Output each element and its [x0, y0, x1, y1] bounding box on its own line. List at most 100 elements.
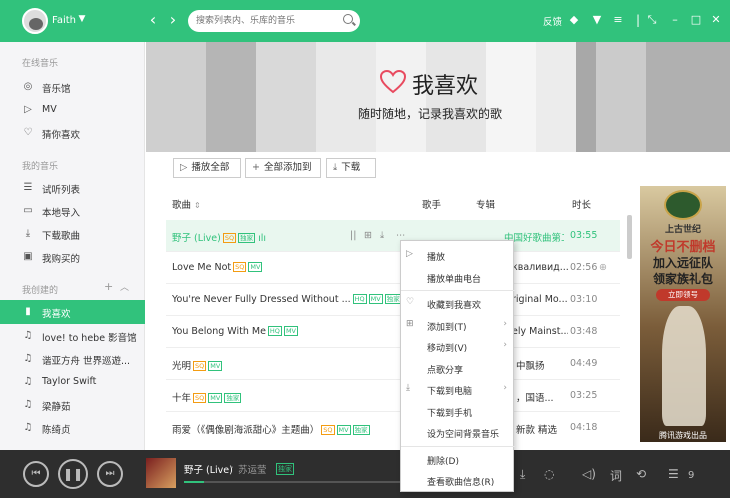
- sidebar-item-mv[interactable]: ▷ MV: [0, 98, 145, 122]
- song-title[interactable]: 光明 SQ MV: [172, 358, 223, 372]
- song-title[interactable]: You Belong With Me HQ MV: [172, 326, 298, 337]
- vip-icon[interactable]: ▼: [74, 14, 90, 24]
- maximize-icon[interactable]: □: [688, 13, 704, 26]
- play-all-button[interactable]: ▷ 播放全部: [173, 158, 241, 178]
- search-box[interactable]: [188, 10, 360, 32]
- download-button[interactable]: ⤓ 下载: [326, 158, 376, 178]
- menu-item[interactable]: ⤓ 下载到电脑 ›: [401, 379, 515, 399]
- now-playing-singer[interactable]: 苏运莹: [238, 462, 267, 476]
- mv-tag[interactable]: MV: [336, 425, 351, 435]
- sidebar: 在线音乐 ◎ 音乐馆 ▷ MV ♡ 猜你喜欢 我的音乐 ☰ 试听列表 ▭ 本地导入 ⤓ 下载…: [0, 42, 145, 450]
- sidebar-item-playlist[interactable]: ♫ 陈绮贞: [0, 416, 145, 440]
- pause-button[interactable]: ❚❚: [58, 459, 88, 489]
- repeat-icon[interactable]: ⟲: [636, 467, 646, 481]
- menu-icon[interactable]: ≡: [610, 13, 626, 26]
- mv-tag[interactable]: MV: [208, 361, 223, 371]
- diamond-icon[interactable]: ◆: [566, 13, 582, 26]
- menu-item[interactable]: 查看歌曲信息(R): [401, 470, 515, 490]
- table-row[interactable]: 雨爱（《偶像剧海派甜心》主题曲） SQ MV 独家 新款 精选 04:18: [166, 411, 620, 442]
- forward-arrow-icon[interactable]: ›: [166, 10, 180, 29]
- album-name[interactable]: ，国语...: [516, 390, 566, 404]
- next-button[interactable]: ⏭: [97, 461, 123, 487]
- pause-icon[interactable]: ||: [350, 230, 356, 241]
- sort-icon[interactable]: ⇕: [194, 201, 201, 210]
- song-title[interactable]: 雨爱（《偶像剧海派甜心》主题曲） SQ MV 独家: [172, 422, 370, 436]
- album-name[interactable]: riginal Mo...: [512, 294, 568, 305]
- add-playlist-icon[interactable]: +: [104, 280, 113, 293]
- sidebar-item-purchased[interactable]: ▣ 我购买的: [0, 245, 145, 269]
- mv-tag[interactable]: MV: [248, 262, 263, 272]
- menu-item[interactable]: ⊞ 添加到(T) ›: [401, 315, 515, 335]
- comment-icon[interactable]: ◌: [544, 467, 554, 481]
- playlist-icon[interactable]: ☰: [668, 467, 679, 481]
- menu-item[interactable]: 设为空间背景音乐: [401, 422, 515, 442]
- sidebar-item-label: 我购买的: [42, 254, 81, 265]
- song-title[interactable]: 十年 SQ MV 独家: [172, 390, 242, 404]
- mv-tag[interactable]: MV: [208, 393, 223, 403]
- add-icon[interactable]: ⊞: [364, 230, 372, 241]
- table-row[interactable]: You're Never Fully Dressed Without ... HQ…: [166, 283, 620, 314]
- menu-item[interactable]: ▷ 播放: [401, 245, 515, 265]
- menu-item[interactable]: 播放单曲电台: [401, 267, 515, 287]
- mv-tag[interactable]: MV: [368, 294, 383, 304]
- album-name[interactable]: ely Mainst...: [512, 326, 568, 337]
- mv-tag[interactable]: MV: [283, 326, 298, 336]
- album-cover[interactable]: [146, 458, 176, 488]
- sidebar-item-favorites[interactable]: ▮ 我喜欢: [0, 300, 145, 324]
- column-album[interactable]: 专辑: [476, 197, 495, 211]
- song-title[interactable]: 野子 (Live) SQ 独家 ılı: [172, 230, 266, 244]
- table-row[interactable]: 十年 SQ MV 独家 ，国语... 03:25: [166, 379, 620, 410]
- menu-item[interactable]: 移动到(V) ›: [401, 336, 515, 356]
- menu-item[interactable]: 下载到手机: [401, 401, 515, 421]
- avatar[interactable]: [22, 8, 48, 34]
- song-title[interactable]: Love Me Not SQ MV: [172, 262, 263, 273]
- album-name[interactable]: кваливид...: [512, 262, 568, 273]
- table-row[interactable]: 野子 (Live)SQ独家ılı || ⊞ ⤓ ⋯ 中国好歌曲第二... 03:…: [166, 220, 620, 251]
- back-arrow-icon[interactable]: ‹: [146, 10, 160, 29]
- username[interactable]: Faith: [52, 15, 76, 26]
- sidebar-item-guess[interactable]: ♡ 猜你喜欢: [0, 121, 145, 145]
- scrollbar[interactable]: [627, 215, 632, 259]
- sidebar-item-playlist[interactable]: ♫ love! to hebe 影音馆: [0, 324, 145, 348]
- add-all-button[interactable]: + 全部添加到: [245, 158, 321, 178]
- skin-icon[interactable]: ▼: [589, 13, 605, 26]
- menu-item[interactable]: 删除(D): [401, 449, 515, 469]
- download-icon[interactable]: ⤓: [520, 467, 525, 482]
- song-title[interactable]: You're Never Fully Dressed Without ... HQ…: [172, 294, 402, 305]
- ad-cta-button[interactable]: 立即领号: [656, 289, 710, 301]
- table-row[interactable]: 光明 SQ MV 中飘扬 04:49: [166, 347, 620, 378]
- note-icon: ♫: [23, 422, 33, 433]
- column-duration[interactable]: 时长: [572, 197, 591, 211]
- table-row[interactable]: You Belong With Me HQ MV ely Mainst... 03:…: [166, 315, 620, 346]
- sidebar-item-label: 梁静茹: [42, 402, 71, 413]
- album-name[interactable]: 中飘扬: [516, 358, 566, 372]
- column-song[interactable]: 歌曲 ⇕: [172, 197, 201, 211]
- search-icon[interactable]: [343, 14, 353, 24]
- search-input[interactable]: [196, 13, 336, 29]
- column-singer[interactable]: 歌手: [422, 197, 441, 211]
- sidebar-item-music-hall[interactable]: ◎ 音乐馆: [0, 75, 145, 99]
- now-playing-title[interactable]: 野子 (Live): [184, 462, 233, 476]
- sidebar-item-trial[interactable]: ☰ 试听列表: [0, 176, 145, 200]
- note-icon: ♫: [23, 330, 33, 341]
- minimize-icon[interactable]: –: [667, 13, 683, 26]
- feedback-link[interactable]: 反馈: [543, 14, 562, 28]
- menu-item[interactable]: 点歌分享: [401, 358, 515, 378]
- sidebar-item-playlist[interactable]: ♫ Taylor Swift: [0, 370, 145, 394]
- mini-mode-icon[interactable]: ⤡: [644, 13, 660, 27]
- collapse-icon[interactable]: ︿: [120, 280, 129, 293]
- download-icon: ⤓: [406, 383, 410, 393]
- volume-icon[interactable]: ◁): [582, 467, 596, 481]
- close-icon[interactable]: ✕: [708, 13, 724, 26]
- previous-button[interactable]: ⏮: [23, 461, 49, 487]
- download-icon[interactable]: ⤓: [380, 230, 384, 241]
- advertisement[interactable]: 上古世纪 今日不删档 加入远征队 领家族礼包 立即领号 腾讯游戏出品: [640, 186, 726, 442]
- sidebar-item-playlist[interactable]: ♫ 梁静茹: [0, 393, 145, 417]
- menu-item[interactable]: ♡ 收藏到我喜欢: [401, 293, 515, 313]
- sidebar-item-playlist[interactable]: ♫ 谐亚方舟 世界巡遊...: [0, 347, 145, 371]
- table-row[interactable]: Love Me Not SQ MV кваливид... 02:56 ⊕: [166, 251, 620, 282]
- sidebar-item-local[interactable]: ▭ 本地导入: [0, 199, 145, 223]
- sidebar-item-downloads[interactable]: ⤓ 下载歌曲: [0, 222, 145, 246]
- album-name[interactable]: 新款 精选: [516, 422, 566, 436]
- lyrics-icon[interactable]: 词: [610, 467, 622, 484]
